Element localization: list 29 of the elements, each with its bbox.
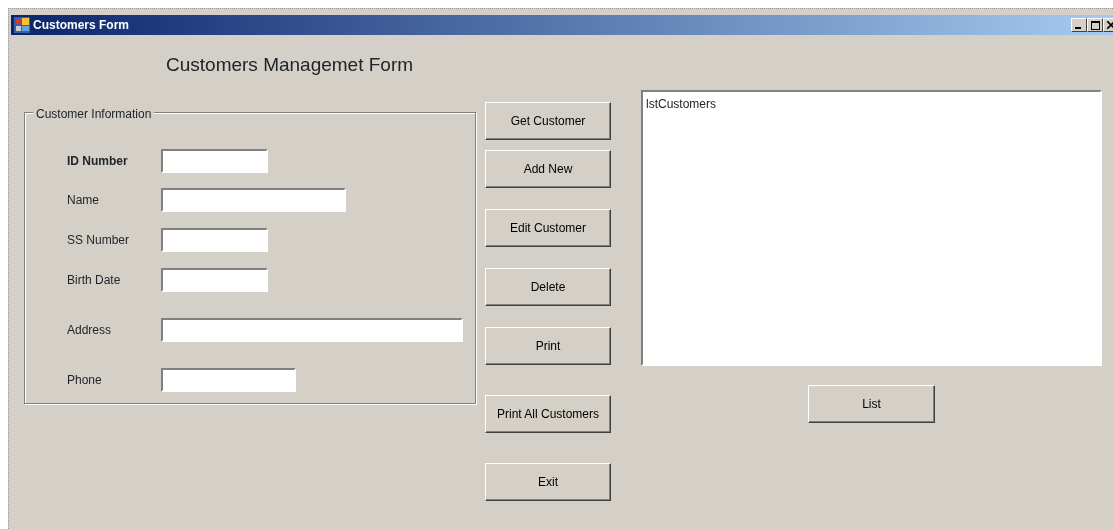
close-icon [1107,21,1113,30]
form-button[interactable]: Add New [485,150,611,188]
field-label: Phone [67,372,103,389]
text-field[interactable] [161,228,268,252]
field-label: Birth Date [67,272,122,289]
form-button[interactable]: Print [485,327,611,365]
field-label: Name [67,192,100,209]
form-button[interactable]: Get Customer [485,102,611,140]
maximize-button[interactable] [1087,18,1103,32]
form-button[interactable]: Print All Customers [485,395,611,433]
form-button[interactable]: Edit Customer [485,209,611,247]
app-icon [14,17,30,33]
form-heading: Customers Managemet Form [166,53,415,77]
field-label: SS Number [67,232,131,249]
text-field[interactable] [161,368,296,392]
maximize-icon [1090,20,1100,30]
text-field[interactable] [161,149,268,173]
list-item[interactable]: lstCustomers [646,95,1097,113]
window-title: Customers Form [33,17,130,34]
customers-listbox[interactable]: lstCustomers [641,90,1102,366]
form-button[interactable]: Exit [485,463,611,501]
minimize-button[interactable] [1071,18,1087,32]
text-field[interactable] [161,318,463,342]
text-field[interactable] [161,268,268,292]
list-button[interactable]: List [808,385,935,423]
field-label: ID Number [67,153,129,170]
text-field[interactable] [161,188,346,212]
field-label: Address [67,322,113,339]
form-button[interactable]: Delete [485,268,611,306]
